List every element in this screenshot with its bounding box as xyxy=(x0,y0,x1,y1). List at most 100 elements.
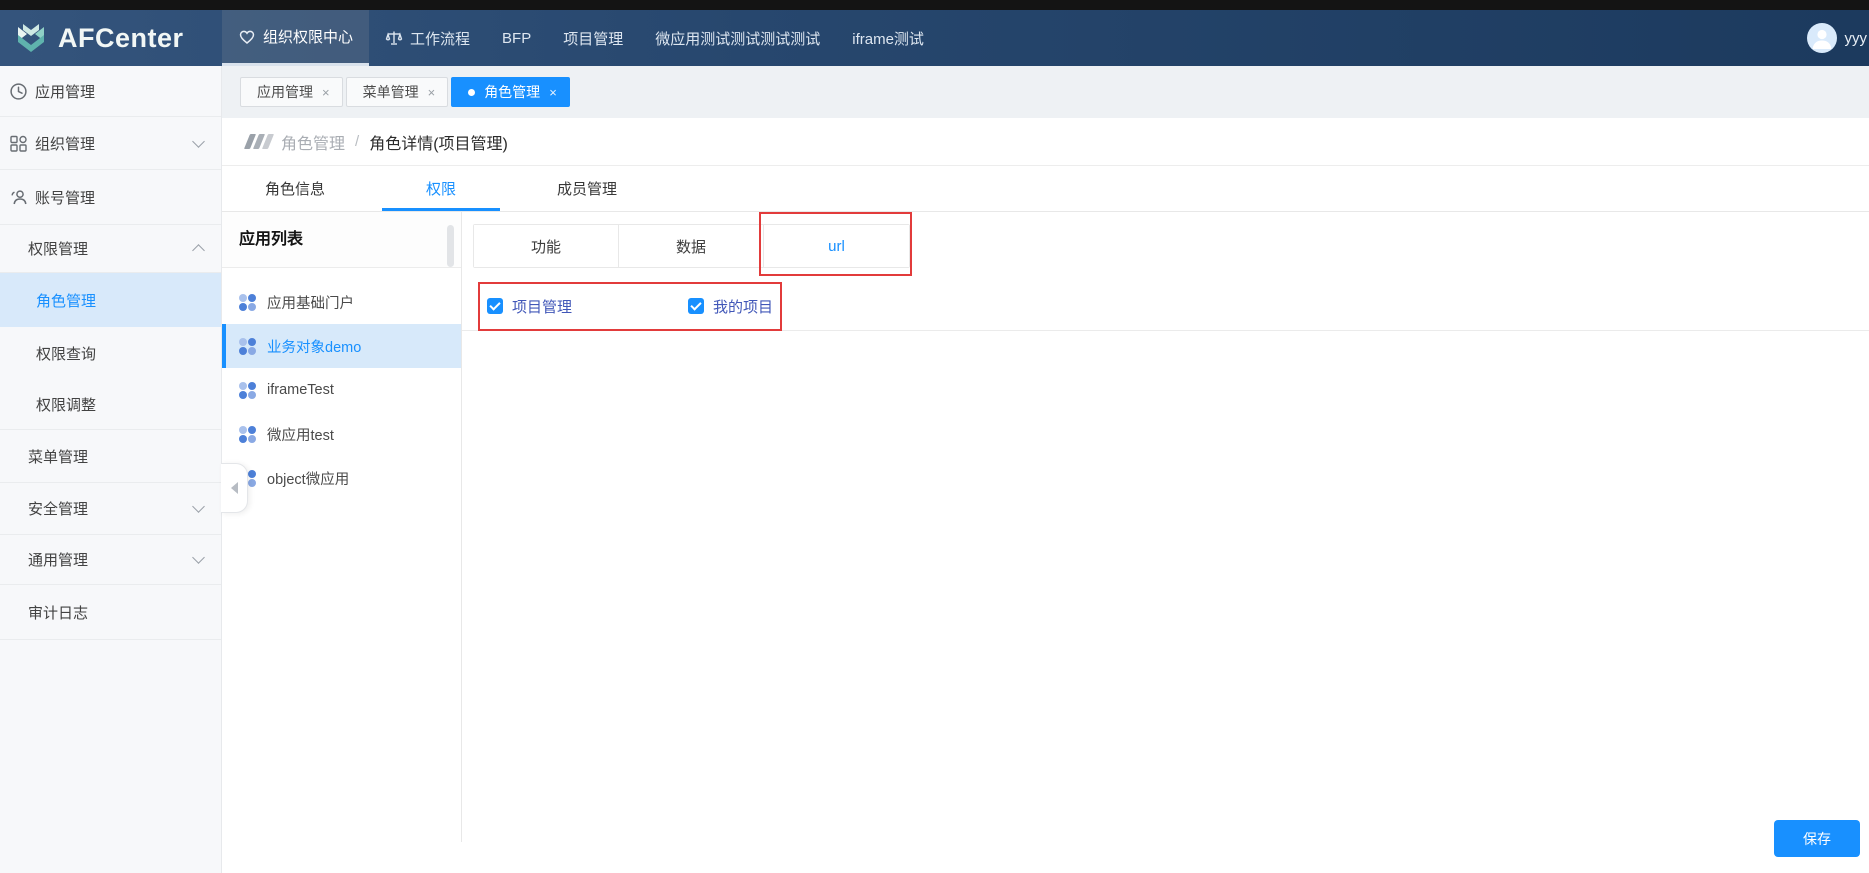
app-list-panel: 应用列表 应用基础门户 业务对象demo iframeTest 微应用test xyxy=(222,212,462,842)
sidebar-item-label: 菜单管理 xyxy=(28,448,89,466)
app-row-microapp-test[interactable]: 微应用test xyxy=(222,412,461,456)
open-tab-label: 角色管理 xyxy=(468,82,540,102)
sidebar-item-audit-log[interactable]: 审计日志 xyxy=(0,585,221,640)
sidebar-item-permission-query[interactable]: 权限查询 xyxy=(0,327,221,380)
open-tab-menu-management[interactable]: 菜单管理 × xyxy=(345,77,449,107)
breadcrumb-current: 角色详情(项目管理) xyxy=(369,135,508,153)
brand-logo[interactable]: AFCenter xyxy=(14,10,184,66)
perm-tab-label: url xyxy=(828,237,845,255)
nav-item-microapp-test[interactable]: 微应用测试测试测试测试 xyxy=(639,10,836,66)
checkbox-label: 项目管理 xyxy=(512,298,573,316)
scale-icon xyxy=(385,29,403,47)
app-row-iframetest[interactable]: iframeTest xyxy=(222,368,461,412)
role-detail-tabs: 角色信息 权限 成员管理 xyxy=(222,166,1869,212)
app-label: iframeTest xyxy=(267,382,334,398)
open-tab-app-management[interactable]: 应用管理 × xyxy=(240,77,343,107)
nav-item-workflow[interactable]: 工作流程 xyxy=(369,10,486,66)
app-list-title: 应用列表 xyxy=(222,212,461,268)
app-icon xyxy=(239,337,256,355)
app-label: 应用基础门户 xyxy=(267,295,354,312)
chevron-up-icon xyxy=(192,244,205,257)
brand-name: AFCenter xyxy=(58,22,184,53)
app-label: 业务对象demo xyxy=(267,339,362,356)
nav-item-iframe-test[interactable]: iframe测试 xyxy=(836,10,940,66)
user-menu[interactable]: yyy xyxy=(1806,10,1868,66)
tab-member-management[interactable]: 成员管理 xyxy=(514,166,660,211)
tab-permissions[interactable]: 权限 xyxy=(368,166,514,211)
perm-tab-function[interactable]: 功能 xyxy=(474,225,619,267)
scrollbar-thumb[interactable] xyxy=(447,225,454,267)
chevron-down-icon xyxy=(192,551,205,564)
close-icon[interactable]: × xyxy=(428,86,436,99)
sidebar-collapse-handle[interactable] xyxy=(221,463,248,513)
sidebar-item-permission-management[interactable]: 权限管理 xyxy=(0,225,221,273)
app-label: object微应用 xyxy=(267,471,350,488)
tab-label: 权限 xyxy=(425,181,456,198)
close-icon[interactable]: × xyxy=(549,86,557,99)
sidebar-item-security-management[interactable]: 安全管理 xyxy=(0,483,221,535)
sidebar-item-permission-adjust[interactable]: 权限调整 xyxy=(0,380,221,430)
breadcrumb-section[interactable]: 角色管理 xyxy=(281,130,345,154)
afcenter-logo-icon xyxy=(14,21,48,55)
nav-item-bfp[interactable]: BFP xyxy=(486,10,547,66)
close-icon[interactable]: × xyxy=(322,86,330,99)
sidebar-item-app-management[interactable]: 应用管理 xyxy=(0,66,221,117)
app-row-base-portal[interactable]: 应用基础门户 xyxy=(222,280,461,324)
clock-icon xyxy=(9,82,28,101)
sidebar-item-label: 角色管理 xyxy=(36,292,97,310)
app-row-object-microapp[interactable]: object微应用 xyxy=(222,456,461,500)
permission-type-tabs: 功能 数据 url xyxy=(473,224,910,268)
sidebar-item-label: 权限查询 xyxy=(36,346,97,363)
nav-item-label: 项目管理 xyxy=(563,30,624,48)
sidebar-item-label: 通用管理 xyxy=(28,552,89,569)
nav-item-org-permission-center[interactable]: 组织权限中心 xyxy=(222,10,370,66)
tab-label: 角色信息 xyxy=(264,181,325,198)
breadcrumb: 角色管理 / 角色详情(项目管理) xyxy=(222,118,1869,166)
save-button[interactable]: 保存 xyxy=(1774,820,1860,857)
sidebar-item-role-management[interactable]: 角色管理 xyxy=(0,273,221,327)
perm-tab-data[interactable]: 数据 xyxy=(619,225,764,267)
nav-item-label: iframe测试 xyxy=(852,30,924,48)
open-tabs-strip: 应用管理 × 菜单管理 × 角色管理 × xyxy=(222,66,1869,118)
sidebar-item-menu-management[interactable]: 菜单管理 xyxy=(0,430,221,483)
perm-tab-url[interactable]: url xyxy=(764,225,909,267)
app-row-business-object-demo[interactable]: 业务对象demo xyxy=(222,324,461,368)
top-navbar: AFCenter 组织权限中心 工作流程 BFP 项目管理 微应用测试测试测试测… xyxy=(0,10,1869,66)
chevron-down-icon xyxy=(192,500,205,513)
tab-label: 成员管理 xyxy=(556,181,617,198)
app-icon xyxy=(239,293,256,311)
checkbox-checked-icon[interactable] xyxy=(688,298,705,314)
app-list: 应用基础门户 业务对象demo iframeTest 微应用test objec… xyxy=(222,268,461,500)
sidebar-item-general-management[interactable]: 通用管理 xyxy=(0,535,221,585)
org-icon xyxy=(9,134,28,153)
avatar xyxy=(1806,23,1837,53)
nav-item-project-management[interactable]: 项目管理 xyxy=(547,10,639,66)
username: yyy xyxy=(1844,29,1868,47)
top-black-strip xyxy=(0,0,1869,10)
checkbox-item-my-projects[interactable]: 我的项目 xyxy=(688,296,773,317)
user-icon xyxy=(9,188,28,207)
permissions-content: 应用列表 应用基础门户 业务对象demo iframeTest 微应用test xyxy=(222,212,1869,873)
nav-item-label: 微应用测试测试测试测试 xyxy=(655,30,821,48)
app-icon xyxy=(239,425,256,443)
sidebar-item-label: 应用管理 xyxy=(35,83,96,101)
open-tab-label: 应用管理 xyxy=(257,84,313,100)
checkbox-label: 我的项目 xyxy=(713,298,774,316)
checkbox-checked-icon[interactable] xyxy=(487,298,503,314)
nav-item-label: 工作流程 xyxy=(410,30,471,48)
breadcrumb-slashes-icon xyxy=(243,134,275,149)
sidebar-item-label: 组织管理 xyxy=(35,135,96,153)
sidebar-item-account-management[interactable]: 账号管理 xyxy=(0,170,221,225)
sidebar-nav: 应用管理 组织管理 账号管理 权限管理 角色管理 权限查询 权限调整 菜单管理 … xyxy=(0,66,222,873)
tab-role-info[interactable]: 角色信息 xyxy=(222,166,368,211)
url-permission-row: 项目管理 我的项目 xyxy=(462,282,1869,331)
checkbox-item-project-management[interactable]: 项目管理 xyxy=(487,296,572,317)
open-tab-role-management[interactable]: 角色管理 × xyxy=(451,77,570,107)
breadcrumb-separator: / xyxy=(355,133,360,150)
open-tab-label: 菜单管理 xyxy=(362,84,419,100)
sidebar-item-org-management[interactable]: 组织管理 xyxy=(0,117,221,170)
app-label: 微应用test xyxy=(267,427,334,444)
sidebar-item-label: 权限管理 xyxy=(28,241,89,258)
sidebar-item-label: 安全管理 xyxy=(28,501,89,518)
nav-item-label: BFP xyxy=(502,29,532,47)
